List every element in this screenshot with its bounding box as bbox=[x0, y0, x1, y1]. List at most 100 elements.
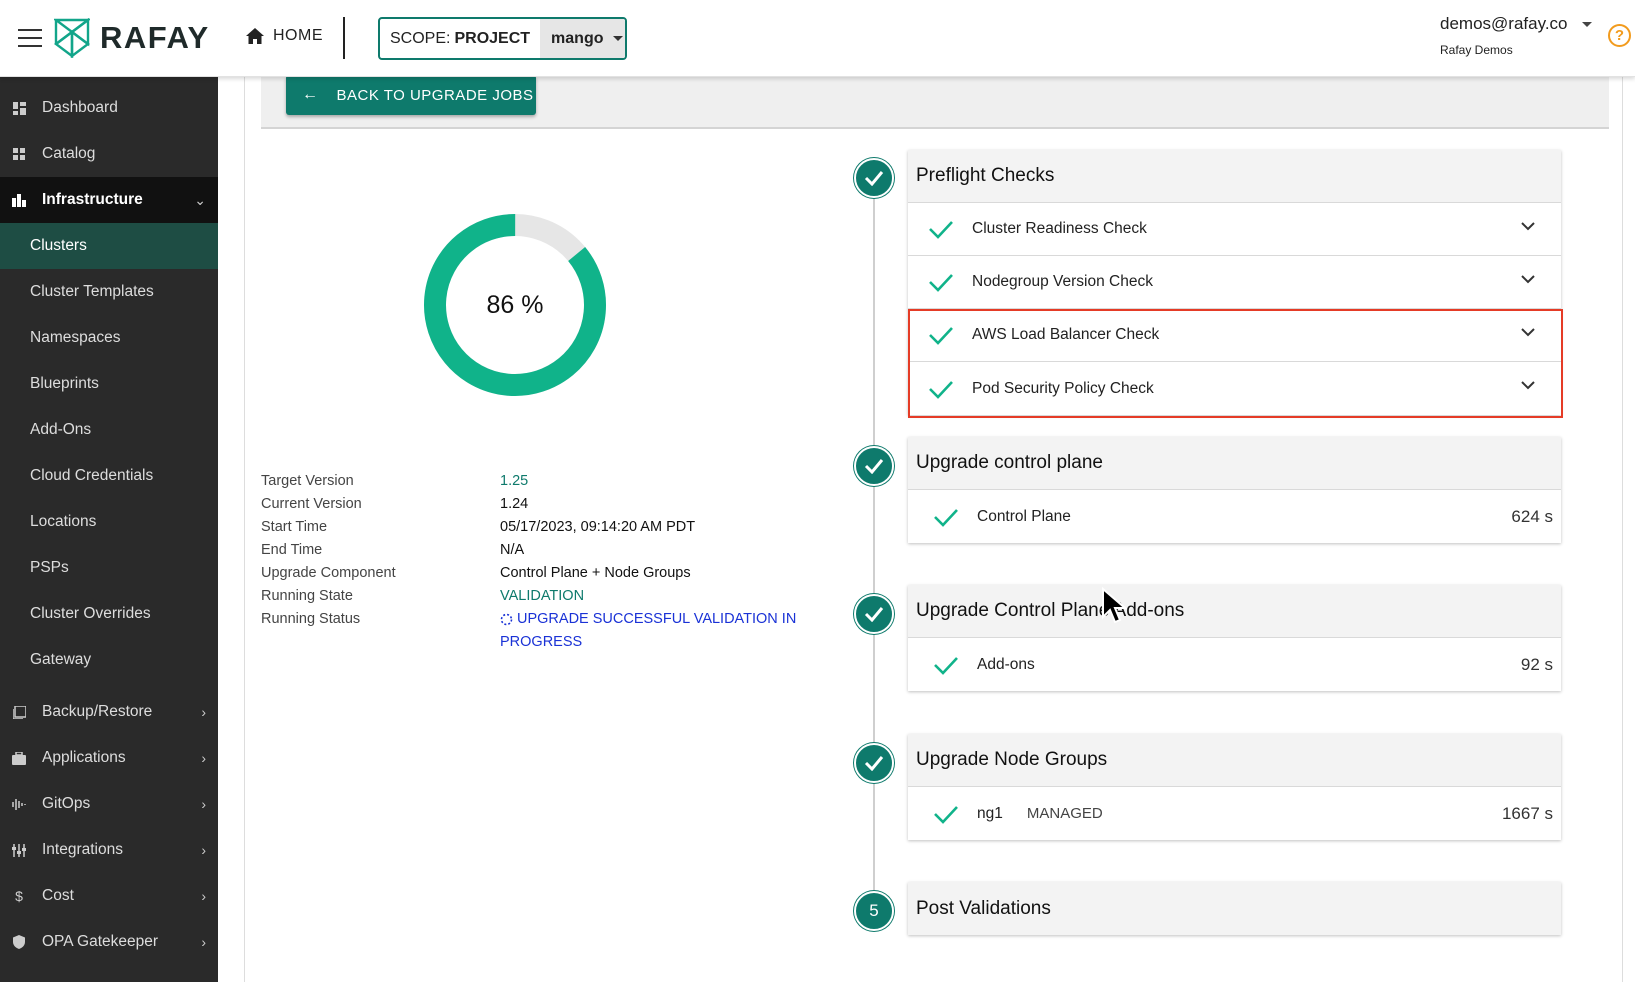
dashboard-icon bbox=[12, 101, 26, 115]
chevron-right-icon: › bbox=[201, 750, 206, 766]
check-row[interactable]: Nodegroup Version Check bbox=[908, 256, 1561, 309]
task-duration: 624 s bbox=[1511, 506, 1553, 526]
backup-icon bbox=[12, 705, 26, 719]
sidebar-item-dashboard[interactable]: Dashboard bbox=[0, 85, 218, 131]
sidebar-item-gateway[interactable]: Gateway bbox=[0, 637, 218, 683]
check-icon bbox=[934, 805, 958, 824]
sidebar-item-backup-restore[interactable]: Backup/Restore › bbox=[0, 689, 218, 735]
running-status-line1: UPGRADE SUCCESSFUL VALIDATION IN bbox=[517, 611, 797, 627]
check-icon bbox=[934, 508, 958, 527]
sidebar-item-gitops[interactable]: GitOps › bbox=[0, 781, 218, 827]
mouse-cursor-icon bbox=[1102, 587, 1127, 624]
user-email: demos@rafay.co bbox=[1440, 14, 1568, 33]
back-button-label: BACK TO UPGRADE JOBS bbox=[336, 86, 534, 104]
running-status-line2: PROGRESS bbox=[500, 634, 583, 650]
caret-down-icon bbox=[1581, 21, 1592, 27]
chevron-down-icon[interactable] bbox=[1521, 381, 1535, 390]
sidebar-item-opa-gatekeeper[interactable]: OPA Gatekeeper › bbox=[0, 919, 218, 965]
check-icon bbox=[929, 380, 953, 399]
sidebar-item-label: Applications bbox=[42, 749, 126, 766]
integrations-icon bbox=[12, 843, 26, 857]
chevron-right-icon: › bbox=[201, 934, 206, 950]
current-version-value: 1.24 bbox=[500, 496, 529, 512]
home-link[interactable]: HOME bbox=[246, 27, 323, 45]
upgrade-component-label: Upgrade Component bbox=[261, 565, 396, 581]
target-version-value: 1.25 bbox=[500, 473, 529, 489]
sidebar-item-label: OPA Gatekeeper bbox=[42, 933, 159, 950]
step-complete-icon bbox=[854, 594, 894, 634]
end-time-value: N/A bbox=[500, 542, 525, 558]
rafay-logo[interactable]: RAFAY bbox=[54, 18, 210, 58]
section-title: Post Validations bbox=[908, 882, 1561, 935]
task-row: ng1 MANAGED 1667 s bbox=[908, 787, 1561, 840]
sidebar-item-clusters[interactable]: Clusters bbox=[0, 223, 218, 269]
section-title: Upgrade Node Groups bbox=[908, 734, 1561, 787]
task-duration: 1667 s bbox=[1501, 803, 1553, 823]
task-label: Add-ons bbox=[977, 655, 1035, 673]
check-row[interactable]: Pod Security Policy Check bbox=[908, 362, 1561, 415]
sidebar-item-infrastructure[interactable]: Infrastructure ⌄ bbox=[0, 177, 218, 223]
upgrade-control-plane-section: Upgrade control plane Control Plane 624 … bbox=[908, 437, 1561, 543]
chevron-down-icon[interactable] bbox=[1521, 222, 1535, 231]
rafay-logo-icon bbox=[54, 18, 90, 58]
arrow-left-icon: ← bbox=[302, 86, 319, 103]
chevron-down-icon[interactable] bbox=[1521, 275, 1535, 284]
post-validations-section: Post Validations bbox=[908, 882, 1561, 935]
scope-selector[interactable]: SCOPE: PROJECT mango bbox=[378, 17, 627, 60]
sidebar-item-cost[interactable]: $ Cost › bbox=[0, 873, 218, 919]
nodegroup-type: MANAGED bbox=[1026, 805, 1103, 822]
start-time-label: Start Time bbox=[261, 519, 328, 535]
sidebar-item-blueprints[interactable]: Blueprints bbox=[0, 361, 218, 407]
sidebar-item-psps[interactable]: PSPs bbox=[0, 545, 218, 591]
running-status-label: Running Status bbox=[261, 611, 361, 627]
project-dropdown[interactable]: mango bbox=[540, 19, 625, 58]
menu-icon[interactable] bbox=[18, 29, 42, 47]
upgrade-component-value: Control Plane + Node Groups bbox=[500, 565, 691, 581]
current-version-label: Current Version bbox=[261, 496, 362, 512]
end-time-label: End Time bbox=[261, 542, 323, 558]
caret-down-icon bbox=[612, 36, 623, 41]
back-to-upgrade-jobs-button[interactable]: ← BACK TO UPGRADE JOBS bbox=[286, 75, 536, 115]
infrastructure-icon bbox=[12, 193, 26, 207]
chevron-down-icon[interactable] bbox=[1521, 328, 1535, 337]
check-icon bbox=[934, 656, 958, 675]
help-icon[interactable]: ? bbox=[1608, 24, 1631, 47]
shield-icon bbox=[12, 935, 26, 949]
check-icon bbox=[929, 221, 953, 239]
task-duration: 92 s bbox=[1520, 654, 1553, 674]
check-label: AWS Load Balancer Check bbox=[972, 326, 1160, 343]
sidebar-item-applications[interactable]: Applications › bbox=[0, 735, 218, 781]
check-label: Pod Security Policy Check bbox=[972, 379, 1154, 397]
sidebar-item-catalog[interactable]: Catalog bbox=[0, 131, 218, 177]
sidebar-item-add-ons[interactable]: Add-Ons bbox=[0, 407, 218, 453]
sidebar-item-label: GitOps bbox=[42, 795, 91, 812]
check-row[interactable]: AWS Load Balancer Check bbox=[908, 309, 1561, 362]
user-org: Rafay Demos bbox=[1440, 43, 1513, 57]
project-name: mango bbox=[551, 29, 604, 47]
scope-type: PROJECT bbox=[454, 29, 531, 47]
sidebar-item-label: Catalog bbox=[42, 145, 96, 162]
sidebar-item-label: Infrastructure bbox=[42, 191, 143, 208]
timeline-line bbox=[873, 178, 875, 913]
progress-percent-label: 86 % bbox=[486, 290, 544, 319]
sidebar-item-locations[interactable]: Locations bbox=[0, 499, 218, 545]
section-title: Upgrade Control Plane Add-ons bbox=[908, 585, 1561, 638]
user-menu[interactable]: demos@rafay.co Rafay Demos bbox=[1440, 14, 1592, 57]
check-icon bbox=[929, 274, 953, 292]
chevron-right-icon: › bbox=[201, 704, 206, 720]
upgrade-addons-section: Upgrade Control Plane Add-ons Add-ons 92… bbox=[908, 585, 1561, 691]
chevron-down-icon: ⌄ bbox=[194, 192, 206, 208]
task-label: ng1 bbox=[977, 804, 1003, 822]
step-complete-icon bbox=[854, 743, 894, 783]
start-time-value: 05/17/2023, 09:14:20 AM PDT bbox=[500, 519, 696, 535]
chevron-right-icon: › bbox=[201, 888, 206, 904]
sidebar-item-cluster-templates[interactable]: Cluster Templates bbox=[0, 269, 218, 315]
sidebar: Dashboard Catalog Infrastructure ⌄ Clust… bbox=[0, 77, 218, 982]
sidebar-item-namespaces[interactable]: Namespaces bbox=[0, 315, 218, 361]
sidebar-item-cloud-credentials[interactable]: Cloud Credentials bbox=[0, 453, 218, 499]
dollar-icon: $ bbox=[15, 888, 23, 904]
sidebar-item-integrations[interactable]: Integrations › bbox=[0, 827, 218, 873]
check-row[interactable]: Cluster Readiness Check bbox=[908, 203, 1561, 256]
sidebar-item-cluster-overrides[interactable]: Cluster Overrides bbox=[0, 591, 218, 637]
step-complete-icon bbox=[854, 158, 894, 198]
